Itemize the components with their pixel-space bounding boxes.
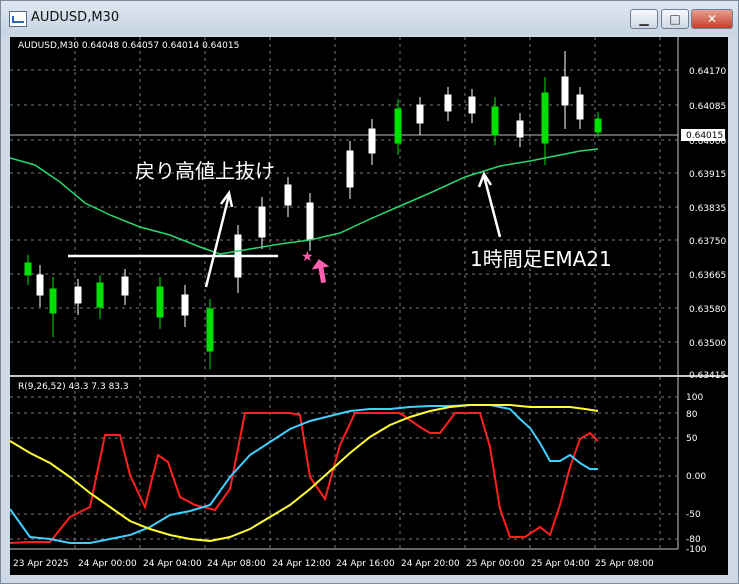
svg-text:25 Apr 04:00: 25 Apr 04:00: [531, 559, 590, 569]
chart-window: AUDUSD,M30 ▁ □ ✕ ★ AUDUSD,M30 0.64048 0.…: [0, 0, 739, 584]
indicator-red-line: [10, 412, 599, 544]
svg-text:25 Apr 08:00: 25 Apr 08:00: [595, 559, 654, 569]
svg-text:80: 80: [686, 410, 698, 420]
indicator-axis: 100 80 50 0.00 -50 -80 -100: [686, 393, 707, 555]
svg-text:24 Apr 12:00: 24 Apr 12:00: [272, 559, 331, 569]
break-arrow: [204, 194, 231, 288]
svg-text:0.63915: 0.63915: [689, 170, 726, 180]
time-axis: 23 Apr 2025 24 Apr 00:00 24 Apr 04:00 24…: [13, 559, 654, 569]
svg-text:25 Apr 00:00: 25 Apr 00:00: [466, 559, 525, 569]
chart-area[interactable]: ★ AUDUSD,M30 0.64048 0.64057 0.64014 0.6…: [10, 37, 728, 575]
chart-header: AUDUSD,M30 0.64048 0.64057 0.64014 0.640…: [18, 41, 239, 51]
svg-text:0.63750: 0.63750: [689, 237, 726, 247]
price-axis: 0.64170 0.64085 0.64000 0.63915 0.63835 …: [689, 67, 726, 381]
svg-text:50: 50: [686, 434, 698, 444]
svg-text:24 Apr 04:00: 24 Apr 04:00: [143, 559, 202, 569]
break-annotation: 戻り高値上抜け: [135, 159, 275, 183]
ema-annotation: 1時間足EMA21: [470, 247, 612, 271]
svg-text:-80: -80: [686, 535, 701, 545]
svg-text:0.63835: 0.63835: [689, 204, 726, 214]
svg-text:24 Apr 16:00: 24 Apr 16:00: [336, 559, 395, 569]
star-marker-icon: ★: [301, 249, 314, 265]
ema-line: [10, 148, 599, 255]
svg-text:0.63415: 0.63415: [689, 371, 726, 381]
minimize-button[interactable]: ▁: [630, 9, 658, 29]
indicator-cyan-line: [10, 404, 598, 544]
svg-text:0.63500: 0.63500: [689, 339, 726, 349]
svg-text:0.64170: 0.64170: [689, 67, 726, 77]
title-bar[interactable]: AUDUSD,M30 ▁ □ ✕: [1, 1, 738, 35]
svg-text:0.64085: 0.64085: [689, 102, 726, 112]
current-price-label: 0.64015: [686, 131, 723, 141]
svg-text:0.63580: 0.63580: [689, 305, 726, 315]
svg-text:-50: -50: [686, 510, 701, 520]
svg-text:23 Apr 2025: 23 Apr 2025: [13, 559, 69, 569]
close-button[interactable]: ✕: [691, 9, 733, 29]
indicator-yellow-line: [10, 404, 599, 543]
svg-text:24 Apr 20:00: 24 Apr 20:00: [401, 559, 460, 569]
svg-text:0.63665: 0.63665: [689, 271, 726, 281]
main-grid: [10, 37, 678, 373]
indicator-header: R(9,26,52) 43.3 7.3 83.3: [18, 382, 129, 392]
svg-text:24 Apr 00:00: 24 Apr 00:00: [78, 559, 137, 569]
svg-text:24 Apr 08:00: 24 Apr 08:00: [207, 559, 266, 569]
candles: [24, 51, 602, 369]
indicator-grid: [10, 377, 678, 549]
svg-text:-100: -100: [686, 545, 707, 555]
svg-text:100: 100: [686, 393, 703, 403]
chart-window-icon: [9, 11, 27, 27]
svg-text:0.00: 0.00: [686, 472, 706, 482]
chart-svg[interactable]: ★ AUDUSD,M30 0.64048 0.64057 0.64014 0.6…: [10, 37, 728, 575]
window-title: AUDUSD,M30: [31, 10, 120, 25]
restore-button[interactable]: □: [661, 9, 689, 29]
